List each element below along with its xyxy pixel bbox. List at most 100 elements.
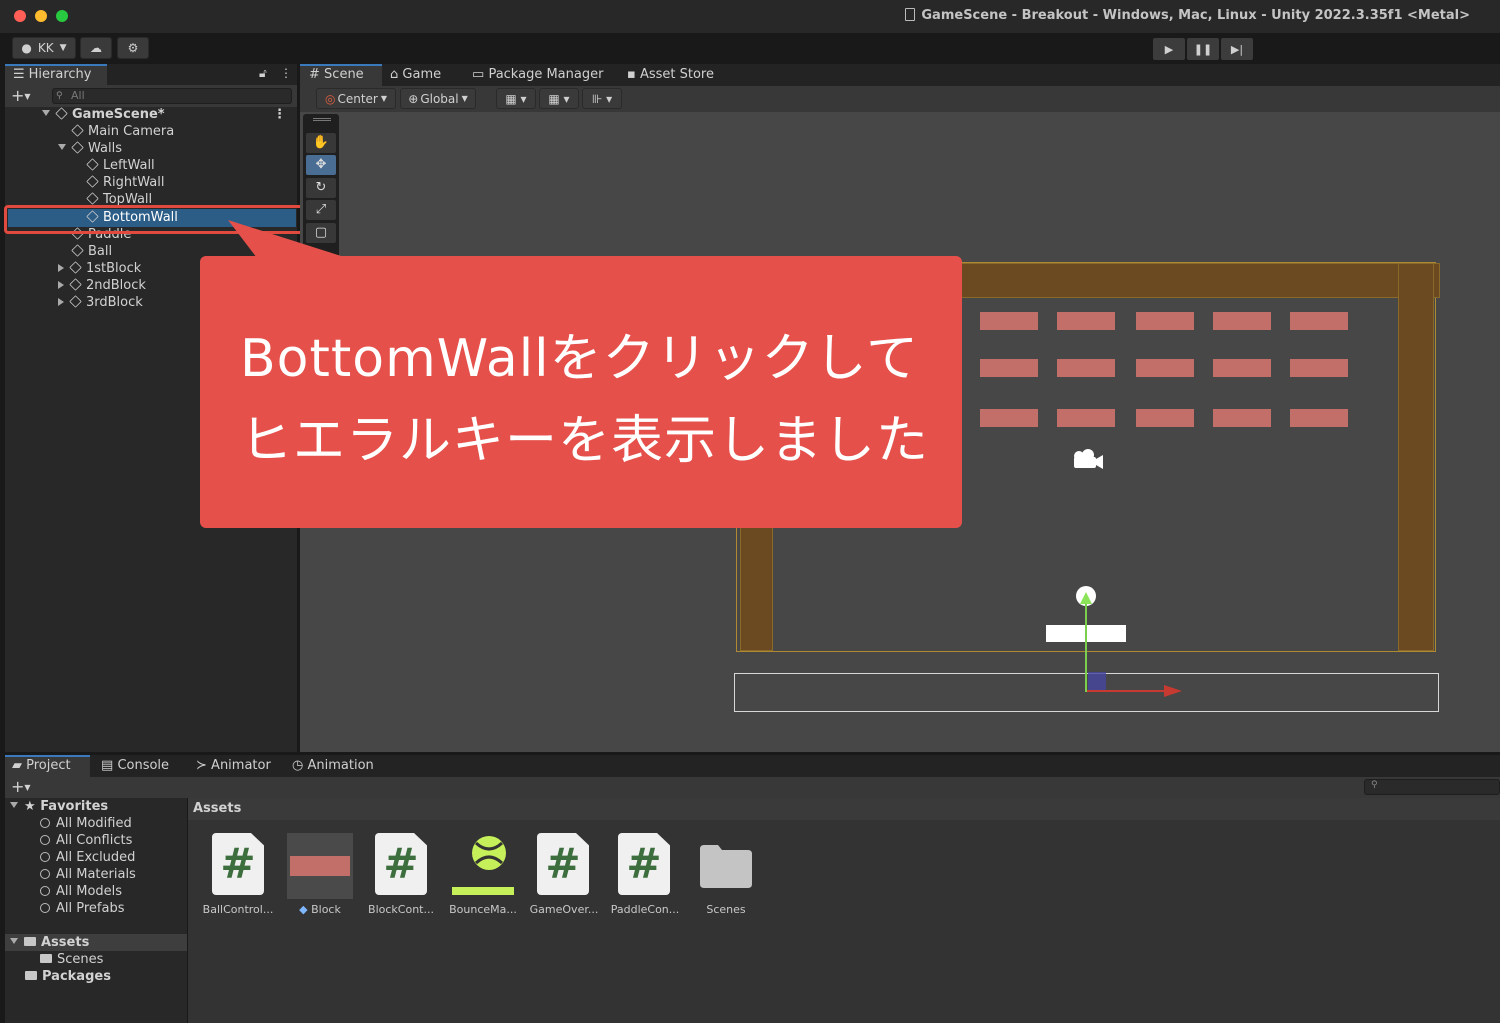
block[interactable] xyxy=(1136,409,1194,427)
account-dropdown[interactable]: ● KK ▼ xyxy=(12,37,76,59)
asset-label: BallControl... xyxy=(202,903,274,916)
favorites-header[interactable]: ★ Favorites xyxy=(10,798,108,815)
csharp-script-icon: # xyxy=(375,833,427,895)
tab-scene[interactable]: # Scene xyxy=(309,64,364,86)
favorite-item[interactable]: All Excluded xyxy=(40,849,135,866)
move-gizmo-x-axis[interactable] xyxy=(1087,690,1167,692)
tab-asset-store[interactable]: ▪ Asset Store xyxy=(627,64,714,86)
move-gizmo-y-axis[interactable] xyxy=(1085,598,1087,692)
hierarchy-item-main-camera[interactable]: Main Camera xyxy=(71,123,174,140)
clock-icon: ◷ xyxy=(292,758,304,773)
favorite-item[interactable]: All Conflicts xyxy=(40,832,132,849)
rotate-tool-button[interactable]: ↻ xyxy=(306,178,336,198)
folder-icon: ▰ xyxy=(12,758,22,773)
collapse-arrow-icon xyxy=(58,281,64,289)
block[interactable] xyxy=(1057,409,1115,427)
asset-scenes-folder[interactable] xyxy=(700,845,752,888)
more-menu-icon[interactable]: ⋮ xyxy=(280,66,292,80)
gameobject-icon xyxy=(86,192,99,205)
block[interactable] xyxy=(1136,359,1194,377)
play-button[interactable]: ▶ xyxy=(1153,38,1185,60)
more-menu-icon[interactable]: ⋮ xyxy=(273,106,286,123)
drag-handle-icon[interactable] xyxy=(313,118,331,121)
lock-icon[interactable]: 🔓︎ xyxy=(259,66,267,81)
block[interactable] xyxy=(1213,359,1271,377)
arrow-up-icon[interactable] xyxy=(1080,592,1092,604)
asset-block[interactable] xyxy=(287,833,353,899)
block[interactable] xyxy=(1057,359,1115,377)
hierarchy-item-rightwall[interactable]: RightWall xyxy=(86,174,164,191)
assets-folder[interactable]: Assets xyxy=(10,934,89,951)
move-tool-button[interactable]: ✥ xyxy=(306,155,336,175)
block[interactable] xyxy=(1213,312,1271,330)
search-icon xyxy=(40,886,50,896)
favorite-item[interactable]: All Modified xyxy=(40,815,132,832)
hand-icon: ✋ xyxy=(312,135,330,150)
move-gizmo-plane[interactable] xyxy=(1088,672,1106,690)
tab-hierarchy[interactable]: ☰ Hierarchy xyxy=(5,64,107,85)
block[interactable] xyxy=(980,359,1038,377)
gear-icon: ⚙ xyxy=(127,41,139,55)
hierarchy-item-1stblock[interactable]: 1stBlock xyxy=(58,260,141,277)
tab-game[interactable]: ⌂ Game xyxy=(390,64,441,86)
folder-icon xyxy=(25,971,37,980)
tab-console[interactable]: ▤ Console xyxy=(101,755,169,777)
packages-folder[interactable]: Packages xyxy=(25,968,111,985)
step-button[interactable]: ▶| xyxy=(1221,38,1253,60)
cloud-button[interactable]: ☁ xyxy=(80,37,112,59)
scenes-folder[interactable]: Scenes xyxy=(40,951,103,968)
gameobject-icon xyxy=(86,175,99,188)
minimize-window-button[interactable] xyxy=(35,10,47,22)
collapse-arrow-icon xyxy=(58,264,64,272)
block[interactable] xyxy=(1290,409,1348,427)
close-window-button[interactable] xyxy=(14,10,26,22)
assets-breadcrumb[interactable]: Assets xyxy=(188,798,1500,820)
pivot-dropdown[interactable]: ◎ Center ▼ xyxy=(316,88,396,109)
create-asset-button[interactable]: +▼ xyxy=(11,777,31,796)
favorite-item[interactable]: All Materials xyxy=(40,866,136,883)
block[interactable] xyxy=(1136,312,1194,330)
hand-tool-button[interactable]: ✋ xyxy=(306,133,336,153)
block[interactable] xyxy=(1213,409,1271,427)
tab-animator[interactable]: ≻ Animator xyxy=(196,755,271,777)
scene-root-item[interactable]: GameScene* ⋮ xyxy=(42,106,292,123)
asset-blockcontroller[interactable]: # xyxy=(375,833,435,899)
hierarchy-item-leftwall[interactable]: LeftWall xyxy=(86,157,155,174)
chevron-down-icon: ▼ xyxy=(380,94,388,103)
arrow-right-icon[interactable] xyxy=(1164,685,1182,697)
asset-paddlecontroller[interactable]: # xyxy=(618,833,678,899)
asset-ballcontroller[interactable]: # xyxy=(212,833,272,899)
zoom-window-button[interactable] xyxy=(56,10,68,22)
tab-package-manager[interactable]: ▭ Package Manager xyxy=(472,64,603,86)
collab-settings-button[interactable]: ⚙ xyxy=(117,37,149,59)
search-icon: ⚲ xyxy=(1371,780,1378,790)
space-dropdown[interactable]: ⊕ Global ▼ xyxy=(400,88,476,109)
grid-visibility-button[interactable]: ▦ ▾ xyxy=(539,88,579,109)
project-search-input[interactable]: ⚲ xyxy=(1364,779,1500,795)
tab-project[interactable]: ▰ Project xyxy=(12,755,71,777)
tab-animation[interactable]: ◷ Animation xyxy=(292,755,374,777)
block[interactable] xyxy=(1290,312,1348,330)
asset-bouncematerial[interactable] xyxy=(452,833,514,899)
hierarchy-item-2ndblock[interactable]: 2ndBlock xyxy=(58,277,146,294)
hierarchy-search-input[interactable]: ⚲ All xyxy=(52,88,292,104)
block[interactable] xyxy=(980,312,1038,330)
favorite-item[interactable]: All Models xyxy=(40,883,122,900)
camera-gizmo-icon[interactable] xyxy=(1071,447,1105,471)
hierarchy-item-ball[interactable]: Ball xyxy=(71,243,112,260)
scale-tool-button[interactable]: ⤢ xyxy=(306,200,336,220)
hierarchy-item-3rdblock[interactable]: 3rdBlock xyxy=(58,294,143,311)
add-object-button[interactable]: +▼ xyxy=(11,86,31,105)
favorite-item[interactable]: All Prefabs xyxy=(40,900,125,917)
right-wall[interactable] xyxy=(1398,263,1434,651)
pause-button[interactable]: ❚❚ xyxy=(1187,38,1219,60)
csharp-script-icon: # xyxy=(537,833,589,895)
grid-snap-icon: ▦ ▾ xyxy=(505,91,527,106)
asset-gameover[interactable]: # xyxy=(537,833,597,899)
increment-snap-button[interactable]: ⊪ ▾ xyxy=(582,88,622,109)
hierarchy-item-walls[interactable]: Walls xyxy=(58,140,122,157)
block[interactable] xyxy=(1290,359,1348,377)
block[interactable] xyxy=(980,409,1038,427)
block[interactable] xyxy=(1057,312,1115,330)
snap-grid-button[interactable]: ▦ ▾ xyxy=(496,88,536,109)
